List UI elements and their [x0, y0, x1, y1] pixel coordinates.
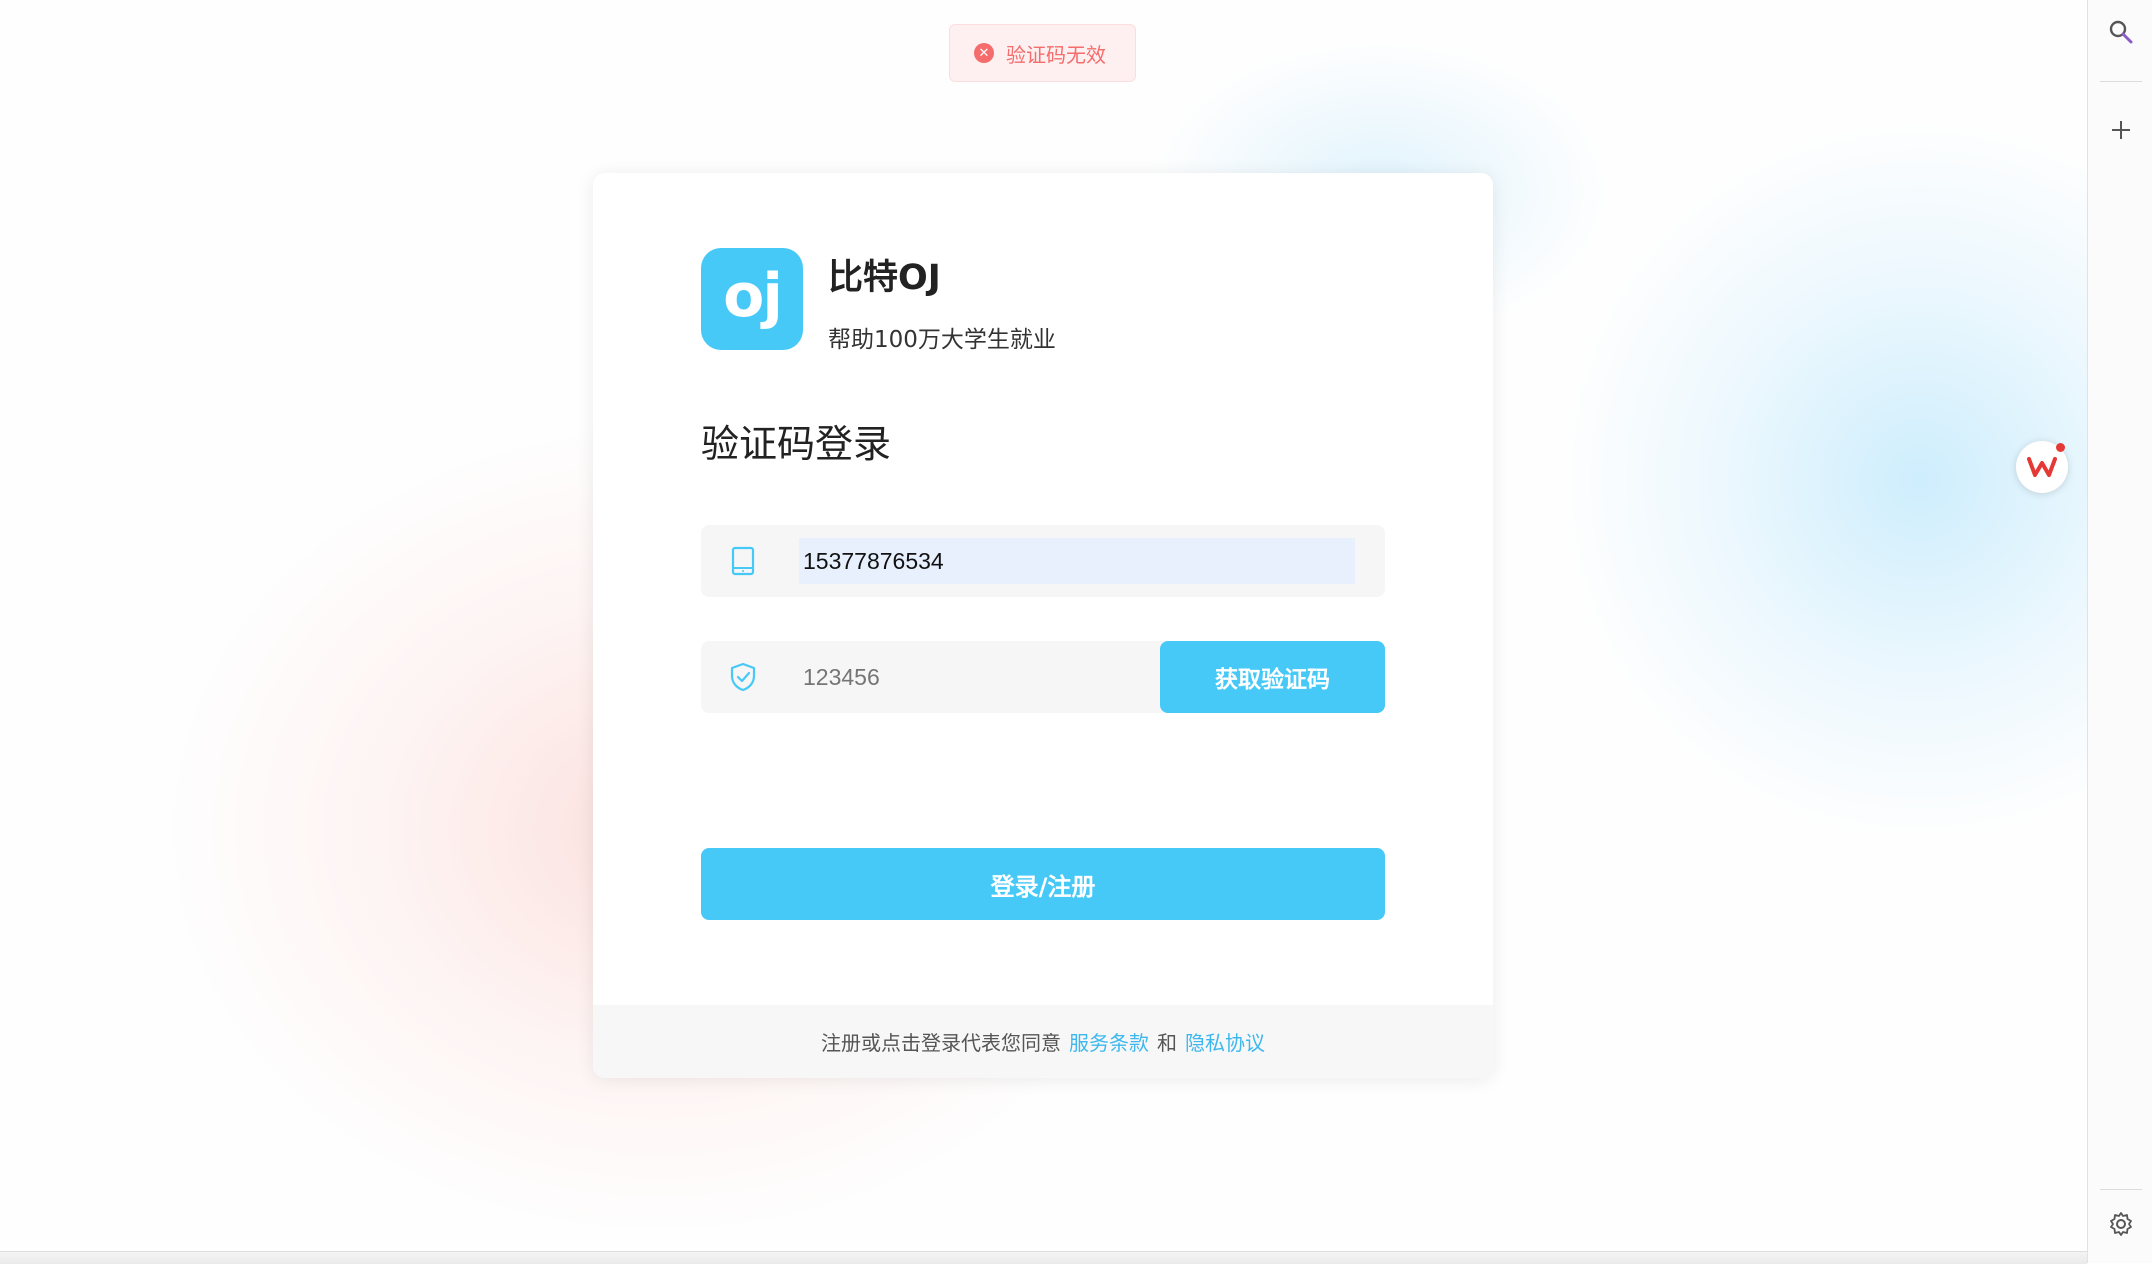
background-blob	[1560, 120, 2087, 840]
agreement-text: 注册或点击登录代表您同意	[821, 1031, 1061, 1055]
form-title: 验证码登录	[701, 422, 892, 466]
get-code-button[interactable]: 获取验证码	[1160, 641, 1385, 713]
brand-slogan: 帮助100万大学生就业	[828, 327, 1056, 353]
wps-icon	[2027, 457, 2057, 477]
settings-icon[interactable]	[2088, 1206, 2152, 1242]
notification-dot	[2056, 443, 2065, 452]
wps-floating-button[interactable]	[2016, 441, 2068, 493]
terms-link[interactable]: 服务条款	[1069, 1027, 1149, 1056]
brand-name: 比特OJ	[828, 258, 941, 298]
error-toast: ✕ 验证码无效	[949, 24, 1136, 82]
close-circle-icon: ✕	[974, 43, 994, 63]
brand-logo: oj	[701, 248, 803, 350]
code-field: 获取验证码	[701, 641, 1385, 713]
sidebar-divider	[2100, 81, 2142, 82]
code-input[interactable]	[799, 654, 1139, 700]
sidebar-divider	[2100, 1189, 2142, 1190]
phone-input[interactable]	[799, 538, 1355, 584]
browser-sidebar	[2087, 0, 2152, 1263]
agreement-footer: 注册或点击登录代表您同意 服务条款 和 隐私协议	[593, 1005, 1493, 1078]
search-icon[interactable]	[2088, 14, 2152, 50]
privacy-link[interactable]: 隐私协议	[1185, 1027, 1265, 1056]
login-register-button[interactable]: 登录/注册	[701, 848, 1385, 920]
logo-text: oj	[723, 261, 783, 331]
window-bottom-edge	[0, 1251, 2087, 1264]
plus-icon[interactable]	[2088, 112, 2152, 148]
login-card: oj 比特OJ 帮助100万大学生就业 验证码登录 获取验证码 登录/注册 注册…	[593, 173, 1493, 1078]
toast-message: 验证码无效	[1006, 42, 1106, 67]
agreement-and: 和	[1157, 1031, 1177, 1055]
phone-field	[701, 525, 1385, 597]
tablet-icon	[731, 546, 755, 576]
shield-check-icon	[730, 662, 756, 692]
